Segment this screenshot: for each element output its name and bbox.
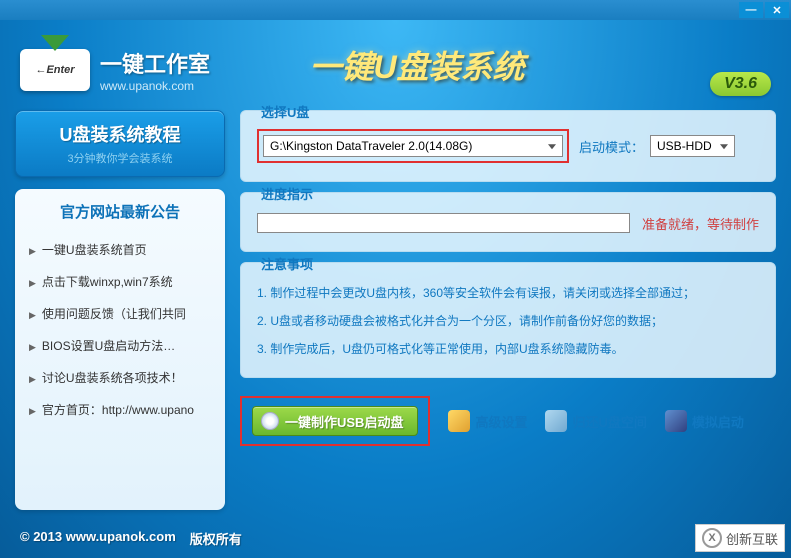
panel-title: 选择U盘: [257, 102, 313, 121]
list-item[interactable]: 使用问题反馈（让我们共同: [29, 298, 211, 330]
progress-status: 准备就绪，等待制作: [642, 214, 759, 233]
logo: ←Enter 一键工作室 www.upanok.com: [20, 47, 210, 93]
restore-space-button[interactable]: 归还U盘空间: [545, 410, 646, 432]
close-button[interactable]: ✕: [765, 2, 789, 18]
advanced-settings-button[interactable]: 高级设置: [448, 410, 527, 432]
watermark-logo-icon: X: [702, 528, 722, 548]
logo-url: www.upanok.com: [100, 79, 210, 93]
download-arrow-icon: [41, 35, 69, 51]
restore-icon: [545, 410, 567, 432]
logo-enter-text: ←Enter: [35, 64, 74, 76]
header: ←Enter 一键工作室 www.upanok.com 一键U盘装系统 V3.6: [0, 20, 791, 110]
copyright: © 2013 www.upanok.com: [20, 529, 176, 548]
make-button-highlight: 一键制作USB启动盘: [240, 396, 430, 446]
sidebar: U盘装系统教程 3分钟教你学会装系统 官方网站最新公告 一键U盘装系统首页 点击…: [15, 110, 225, 510]
tutorial-button[interactable]: U盘装系统教程 3分钟教你学会装系统: [15, 110, 225, 177]
tutorial-title: U盘装系统教程: [24, 121, 216, 147]
minimize-button[interactable]: —: [739, 2, 763, 18]
window-titlebar: — ✕: [0, 0, 791, 20]
usb-drive-select[interactable]: G:\Kingston DataTraveler 2.0(14.08G): [263, 135, 563, 157]
usb-highlight-box: G:\Kingston DataTraveler 2.0(14.08G): [257, 129, 569, 163]
panel-title: 注意事项: [257, 254, 317, 273]
monitor-icon: [665, 410, 687, 432]
announcement-list: 一键U盘装系统首页 点击下载winxp,win7系统 使用问题反馈（让我们共同 …: [29, 234, 211, 426]
progress-bar: [257, 213, 630, 233]
list-item[interactable]: 一键U盘装系统首页: [29, 234, 211, 266]
app-title: 一键U盘装系统: [309, 42, 524, 88]
list-item[interactable]: 官方首页：http://www.upano: [29, 394, 211, 426]
list-item[interactable]: 点击下载winxp,win7系统: [29, 266, 211, 298]
footer: © 2013 www.upanok.com 版权所有: [20, 529, 242, 548]
progress-panel: 进度指示 准备就绪，等待制作: [240, 192, 776, 252]
content: U盘装系统教程 3分钟教你学会装系统 官方网站最新公告 一键U盘装系统首页 点击…: [0, 110, 791, 510]
list-item[interactable]: BIOS设置U盘启动方法…: [29, 330, 211, 362]
logo-text: 一键工作室 www.upanok.com: [100, 47, 210, 93]
note-item: 1. 制作过程中会更改U盘内核，360等安全软件会有误报，请关闭或选择全部通过；: [257, 279, 759, 307]
simulate-boot-button[interactable]: 模拟启动: [665, 410, 744, 432]
make-usb-button[interactable]: 一键制作USB启动盘: [252, 406, 418, 436]
gear-icon: [448, 410, 470, 432]
boot-mode-label: 启动模式：: [579, 137, 644, 156]
notes-list: 1. 制作过程中会更改U盘内核，360等安全软件会有误报，请关闭或选择全部通过；…: [257, 279, 759, 363]
boot-mode-select[interactable]: USB-HDD: [650, 135, 735, 157]
logo-title: 一键工作室: [100, 47, 210, 79]
select-usb-panel: 选择U盘 G:\Kingston DataTraveler 2.0(14.08G…: [240, 110, 776, 182]
list-item[interactable]: 讨论U盘装系统各项技术！: [29, 362, 211, 394]
main-area: 选择U盘 G:\Kingston DataTraveler 2.0(14.08G…: [240, 110, 776, 510]
version-badge: V3.6: [710, 72, 771, 96]
watermark-text: 创新互联: [726, 529, 778, 548]
app-window: ←Enter 一键工作室 www.upanok.com 一键U盘装系统 V3.6…: [0, 20, 791, 558]
rights: 版权所有: [190, 529, 242, 548]
disc-icon: [261, 412, 279, 430]
watermark: X 创新互联: [695, 524, 785, 552]
note-item: 3. 制作完成后，U盘仍可格式化等正常使用，内部U盘系统隐藏防毒。: [257, 335, 759, 363]
announcement-title: 官方网站最新公告: [29, 201, 211, 222]
notes-panel: 注意事项 1. 制作过程中会更改U盘内核，360等安全软件会有误报，请关闭或选择…: [240, 262, 776, 378]
panel-title: 进度指示: [257, 184, 317, 203]
tutorial-subtitle: 3分钟教你学会装系统: [24, 150, 216, 166]
action-buttons-row: 一键制作USB启动盘 高级设置 归还U盘空间 模拟启动: [240, 388, 776, 446]
logo-icon: ←Enter: [20, 49, 90, 91]
note-item: 2. U盘或者移动硬盘会被格式化并合为一个分区，请制作前备份好您的数据；: [257, 307, 759, 335]
announcement-panel: 官方网站最新公告 一键U盘装系统首页 点击下载winxp,win7系统 使用问题…: [15, 189, 225, 510]
